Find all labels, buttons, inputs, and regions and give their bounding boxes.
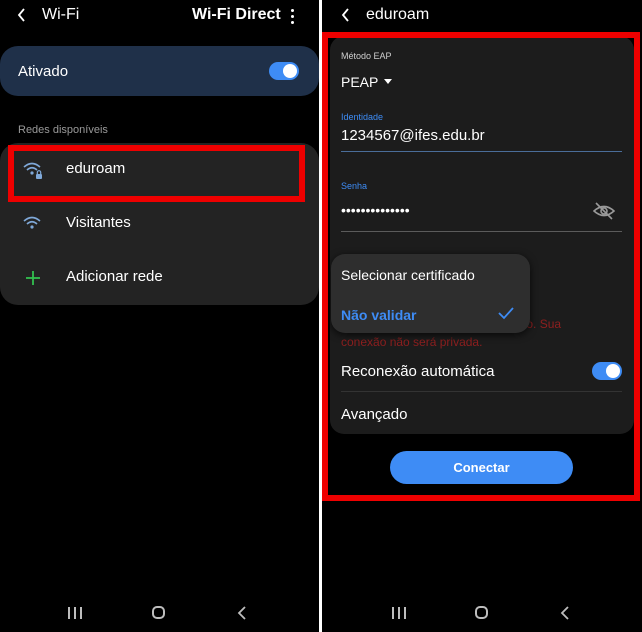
add-network-button[interactable]: Adicionar rede bbox=[0, 251, 319, 305]
wifi-icon bbox=[22, 213, 44, 235]
add-network-label: Adicionar rede bbox=[66, 268, 163, 285]
top-app-bar: eduroam bbox=[322, 0, 642, 34]
page-title: eduroam bbox=[366, 6, 430, 23]
highlight-box bbox=[8, 145, 305, 202]
page-title: Wi-Fi bbox=[42, 6, 80, 23]
highlight-box bbox=[322, 32, 640, 501]
wifi-toggle-label: Ativado bbox=[18, 63, 69, 80]
network-item-visitantes[interactable]: Visitantes bbox=[0, 197, 319, 251]
system-navigation-bar bbox=[322, 598, 642, 632]
top-app-bar: Wi-Fi Wi-Fi Direct bbox=[0, 0, 319, 34]
section-label: Redes disponíveis bbox=[18, 124, 108, 136]
back-arrow-icon[interactable] bbox=[12, 5, 32, 25]
network-name: Visitantes bbox=[66, 214, 131, 231]
wifi-toggle-switch[interactable] bbox=[269, 62, 299, 80]
back-nav-icon[interactable] bbox=[558, 604, 572, 622]
recent-apps-icon[interactable] bbox=[392, 607, 406, 619]
home-icon[interactable] bbox=[475, 606, 488, 619]
wifi-direct-button[interactable]: Wi-Fi Direct bbox=[192, 6, 281, 24]
home-icon[interactable] bbox=[152, 606, 165, 619]
system-navigation-bar bbox=[0, 598, 319, 632]
wifi-settings-screen: Wi-Fi Wi-Fi Direct Ativado Redes disponí… bbox=[0, 0, 319, 632]
back-arrow-icon[interactable] bbox=[336, 5, 356, 25]
more-options-icon[interactable] bbox=[284, 6, 300, 26]
recent-apps-icon[interactable] bbox=[68, 607, 82, 619]
plus-icon bbox=[22, 267, 44, 289]
back-nav-icon[interactable] bbox=[235, 604, 249, 622]
wifi-toggle-card[interactable]: Ativado bbox=[0, 46, 319, 96]
